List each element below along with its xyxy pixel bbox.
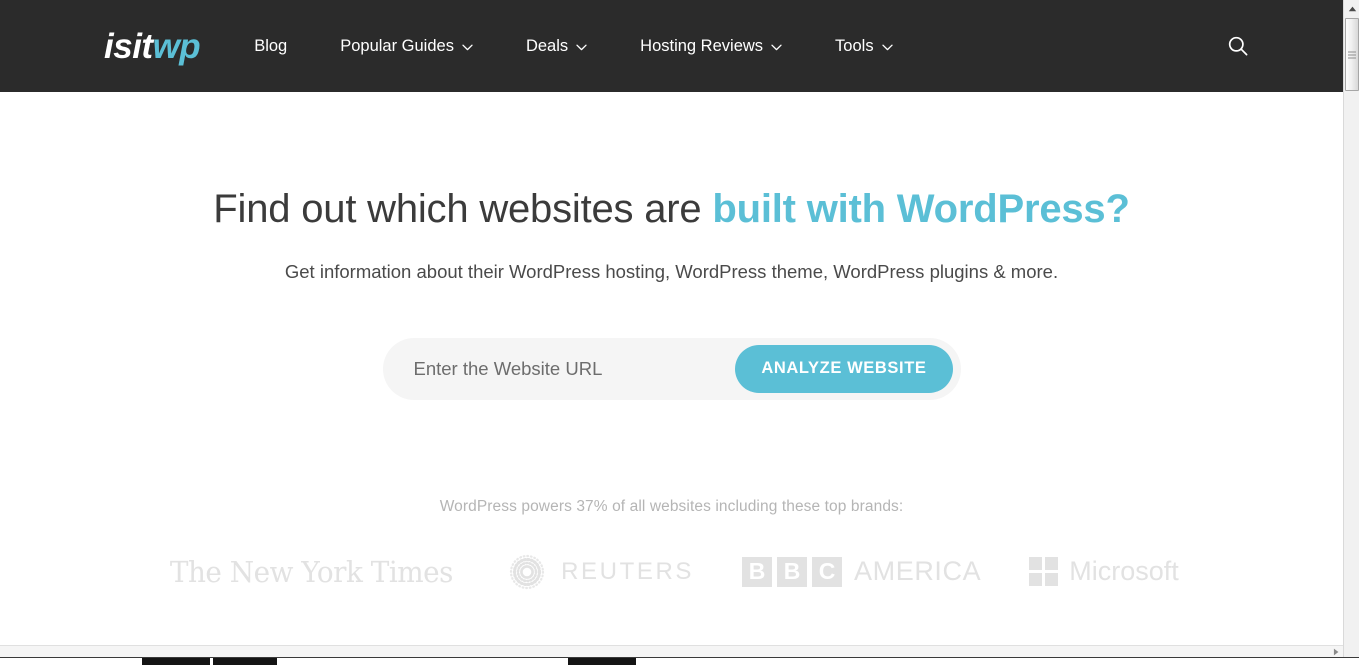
nav-item-popular-guides[interactable]: Popular Guides <box>340 28 473 65</box>
nav-item-label: Blog <box>254 36 288 55</box>
chevron-down-icon <box>771 44 782 51</box>
analyze-website-form: ANALYZE WEBSITE <box>382 337 961 400</box>
bbc-letter-box: B <box>742 556 773 587</box>
brand-logo-microsoft: Microsoft <box>1029 556 1179 587</box>
microsoft-squares-icon <box>1029 557 1059 587</box>
nav-item-label: Deals <box>525 36 569 55</box>
analyze-website-button[interactable]: ANALYZE WEBSITE <box>735 344 953 393</box>
nav-item-label: Popular Guides <box>340 36 454 55</box>
bbc-boxes-icon: B B C <box>742 556 843 587</box>
bbc-america-wordmark: AMERICA <box>854 556 982 587</box>
website-url-input[interactable] <box>382 337 736 400</box>
brands-caption: WordPress powers 37% of all websites inc… <box>439 497 904 515</box>
nav-item-deals[interactable]: Deals <box>526 28 587 65</box>
chevron-down-icon <box>881 44 893 51</box>
chevron-down-icon <box>462 44 473 51</box>
nav-item-hosting-reviews[interactable]: Hosting Reviews <box>640 28 782 65</box>
hero-section: Find out which websites are built with W… <box>0 92 1343 400</box>
scrollbar-grip-icon <box>1348 51 1356 58</box>
microsoft-wordmark: Microsoft <box>1069 556 1179 587</box>
reuters-wordmark: REUTERS <box>561 557 695 585</box>
bbc-letter-box: B <box>777 556 808 587</box>
search-icon[interactable] <box>1225 33 1251 59</box>
nyt-wordmark: The New York Times <box>170 554 454 589</box>
bbc-letter-box: C <box>812 556 843 587</box>
logo-text-primary: isit <box>104 26 153 66</box>
page-title-plain: Find out which websites are <box>213 187 713 231</box>
main-navigation: Blog Popular Guides Deals Hosting Review… <box>254 28 893 65</box>
reuters-dotted-circle-icon <box>507 552 547 592</box>
brands-section: WordPress powers 37% of all websites inc… <box>0 498 1343 595</box>
page-title: Find out which websites are built with W… <box>0 186 1343 232</box>
brand-logo-list: The New York Times REUTERS B B C AMERICA… <box>0 549 1343 595</box>
page-title-accent: built with WordPress? <box>712 187 1130 231</box>
logo-text-accent: wp <box>152 26 201 66</box>
chevron-down-icon <box>576 44 587 51</box>
nav-item-label: Hosting Reviews <box>640 36 764 55</box>
scroll-right-arrow-icon[interactable] <box>1330 646 1342 657</box>
brand-logo-reuters: REUTERS <box>507 552 694 592</box>
horizontal-scrollbar[interactable] <box>0 645 1343 657</box>
hero-subtitle: Get information about their WordPress ho… <box>284 261 1059 282</box>
brand-logo-nyt: The New York Times <box>164 555 459 589</box>
vertical-scrollbar-thumb[interactable] <box>1345 18 1359 91</box>
scroll-up-arrow-icon[interactable] <box>1344 0 1359 17</box>
browser-viewport: isitwp Blog Popular Guides Deals Hosting… <box>0 0 1343 657</box>
nav-item-blog[interactable]: Blog <box>254 28 287 65</box>
scrollbar-corner <box>1343 645 1359 657</box>
nav-item-label: Tools <box>835 36 874 55</box>
site-logo[interactable]: isitwp <box>104 26 201 66</box>
nav-item-tools[interactable]: Tools <box>835 28 893 65</box>
vertical-scrollbar[interactable] <box>1343 0 1359 657</box>
brand-logo-bbc-america: B B C AMERICA <box>742 556 981 587</box>
window-bottom-edge <box>0 657 1359 665</box>
site-header: isitwp Blog Popular Guides Deals Hosting… <box>0 0 1343 92</box>
